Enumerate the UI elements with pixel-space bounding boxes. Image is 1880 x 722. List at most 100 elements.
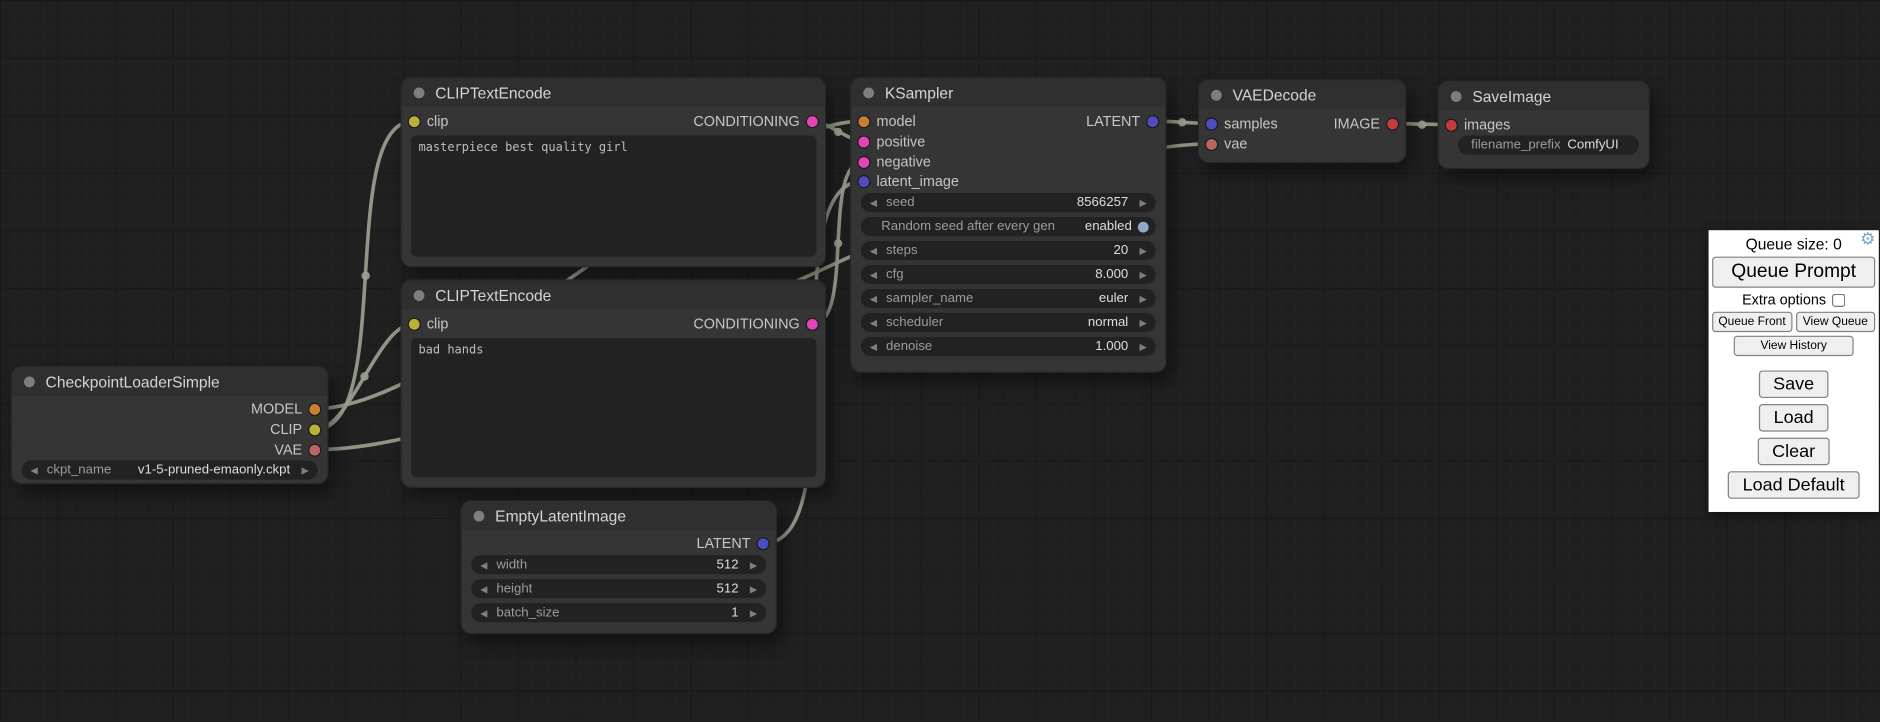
latent-output-dot[interactable]	[1147, 116, 1158, 127]
node-title: CLIPTextEncode	[435, 83, 551, 101]
node-collapse-dot-icon[interactable]	[24, 376, 35, 387]
clip-input-dot[interactable]	[409, 318, 420, 329]
input-slot-vae: vae	[1206, 135, 1247, 152]
next-arrow-icon[interactable]: ▶	[299, 465, 312, 476]
view-history-button[interactable]: View History	[1733, 336, 1854, 356]
widget-seed[interactable]: ◀ seed 8566257 ▶	[861, 193, 1156, 212]
load-button[interactable]: Load	[1759, 404, 1828, 432]
input-slot-negative: negative	[858, 153, 930, 170]
decrement-arrow-icon[interactable]: ◀	[477, 607, 490, 618]
next-arrow-icon[interactable]: ▶	[1137, 293, 1150, 304]
latent-output-dot[interactable]	[758, 538, 769, 549]
increment-arrow-icon[interactable]: ▶	[747, 607, 760, 618]
node-collapse-dot-icon[interactable]	[414, 87, 425, 98]
widget-sampler-name[interactable]: ◀ sampler_name euler ▶	[861, 289, 1156, 308]
node-checkpoint-loader-simple[interactable]: CheckpointLoaderSimple MODEL CLIP VAE ◀ …	[12, 367, 327, 483]
increment-arrow-icon[interactable]: ▶	[1137, 341, 1150, 352]
vae-input-dot[interactable]	[1206, 138, 1217, 149]
widget-label: batch_size	[496, 605, 559, 619]
menu-header: Queue size: 0 ⚙	[1712, 234, 1875, 253]
prev-arrow-icon[interactable]: ◀	[867, 317, 880, 328]
images-input-dot[interactable]	[1446, 119, 1457, 130]
comfy-menu-panel[interactable]: Queue size: 0 ⚙ Queue Prompt Extra optio…	[1709, 230, 1879, 512]
decrement-arrow-icon[interactable]: ◀	[867, 341, 880, 352]
widget-filename-prefix[interactable]: filename_prefix ComfyUI	[1458, 135, 1639, 154]
decrement-arrow-icon[interactable]: ◀	[477, 559, 490, 570]
extra-options-checkbox[interactable]	[1832, 293, 1845, 306]
widget-batch-size[interactable]: ◀ batch_size 1 ▶	[471, 603, 766, 622]
widget-height[interactable]: ◀ height 512 ▶	[471, 579, 766, 598]
node-title-bar[interactable]: KSampler	[851, 78, 1165, 107]
image-output-dot[interactable]	[1387, 118, 1398, 129]
node-title-bar[interactable]: CLIPTextEncode	[402, 78, 825, 107]
widget-value: normal	[1088, 315, 1128, 329]
slot-label: latent_image	[876, 173, 958, 190]
slot-label: CONDITIONING	[693, 315, 799, 332]
decrement-arrow-icon[interactable]: ◀	[867, 245, 880, 256]
widget-label: sampler_name	[886, 291, 973, 305]
widget-denoise[interactable]: ◀ denoise 1.000 ▶	[861, 337, 1156, 356]
widget-width[interactable]: ◀ width 512 ▶	[471, 555, 766, 574]
clip-input-dot[interactable]	[409, 116, 420, 127]
link-midpoint-dot	[834, 239, 842, 247]
node-title: CheckpointLoaderSimple	[46, 372, 220, 390]
samples-input-dot[interactable]	[1206, 118, 1217, 129]
model-input-dot[interactable]	[858, 116, 869, 127]
prev-arrow-icon[interactable]: ◀	[28, 465, 41, 476]
node-collapse-dot-icon[interactable]	[1211, 89, 1222, 100]
decrement-arrow-icon[interactable]: ◀	[867, 197, 880, 208]
widget-label: ckpt_name	[47, 463, 112, 477]
increment-arrow-icon[interactable]: ▶	[747, 583, 760, 594]
node-empty-latent-image[interactable]: EmptyLatentImage LATENT ◀ width 512 ▶ ◀ …	[462, 501, 776, 633]
node-vae-decode[interactable]: VAEDecode samples vae IMAGE	[1199, 80, 1405, 162]
save-button[interactable]: Save	[1759, 370, 1829, 398]
node-collapse-dot-icon[interactable]	[414, 290, 425, 301]
node-collapse-dot-icon[interactable]	[474, 510, 485, 521]
decrement-arrow-icon[interactable]: ◀	[867, 269, 880, 280]
model-output-dot[interactable]	[309, 403, 320, 414]
decrement-arrow-icon[interactable]: ◀	[477, 583, 490, 594]
increment-arrow-icon[interactable]: ▶	[747, 559, 760, 570]
increment-arrow-icon[interactable]: ▶	[1137, 269, 1150, 280]
node-title-bar[interactable]: VAEDecode	[1199, 80, 1405, 109]
node-title-bar[interactable]: EmptyLatentImage	[462, 501, 776, 530]
input-slot-model: model	[858, 113, 915, 130]
clear-button[interactable]: Clear	[1758, 438, 1830, 466]
node-collapse-dot-icon[interactable]	[1451, 91, 1462, 102]
widget-value: 1	[731, 605, 738, 619]
increment-arrow-icon[interactable]: ▶	[1137, 245, 1150, 256]
clip-output-dot[interactable]	[309, 424, 320, 435]
widget-scheduler[interactable]: ◀ scheduler normal ▶	[861, 313, 1156, 332]
node-graph-canvas[interactable]: CheckpointLoaderSimple MODEL CLIP VAE ◀ …	[0, 0, 1880, 722]
load-default-button[interactable]: Load Default	[1728, 471, 1859, 499]
widget-steps[interactable]: ◀ steps 20 ▶	[861, 241, 1156, 260]
positive-input-dot[interactable]	[858, 136, 869, 147]
next-arrow-icon[interactable]: ▶	[1137, 317, 1150, 328]
view-queue-button[interactable]: View Queue	[1795, 312, 1875, 332]
prev-arrow-icon[interactable]: ◀	[867, 293, 880, 304]
widget-ckpt-name[interactable]: ◀ ckpt_name v1-5-pruned-emaonly.ckpt ▶	[22, 460, 318, 479]
toggle-dot-icon[interactable]	[1138, 221, 1149, 232]
node-collapse-dot-icon[interactable]	[863, 87, 874, 98]
node-save-image[interactable]: SaveImage images filename_prefix ComfyUI	[1439, 82, 1649, 168]
widget-cfg[interactable]: ◀ cfg 8.000 ▶	[861, 265, 1156, 284]
node-clip-text-encode-negative[interactable]: CLIPTextEncode clip CONDITIONING bad han…	[402, 281, 825, 487]
conditioning-output-dot[interactable]	[807, 116, 818, 127]
conditioning-output-dot[interactable]	[807, 318, 818, 329]
queue-prompt-button[interactable]: Queue Prompt	[1712, 257, 1875, 288]
prompt-text-area[interactable]: masterpiece best quality girl	[411, 135, 816, 256]
latent-input-dot[interactable]	[858, 176, 869, 187]
node-title-bar[interactable]: CheckpointLoaderSimple	[12, 367, 327, 396]
node-ksampler[interactable]: KSampler model positive negative latent_…	[851, 78, 1165, 372]
node-clip-text-encode-positive[interactable]: CLIPTextEncode clip CONDITIONING masterp…	[402, 78, 825, 266]
widget-random-seed-toggle[interactable]: Random seed after every gen enabled	[861, 217, 1156, 236]
increment-arrow-icon[interactable]: ▶	[1137, 197, 1150, 208]
queue-front-button[interactable]: Queue Front	[1712, 312, 1792, 332]
settings-gear-icon[interactable]: ⚙	[1860, 230, 1875, 247]
prompt-text-area[interactable]: bad hands	[411, 338, 816, 477]
vae-output-dot[interactable]	[309, 444, 320, 455]
node-title-bar[interactable]: SaveImage	[1439, 82, 1649, 111]
negative-input-dot[interactable]	[858, 156, 869, 167]
node-title-bar[interactable]: CLIPTextEncode	[402, 281, 825, 310]
widget-label: height	[496, 582, 532, 596]
